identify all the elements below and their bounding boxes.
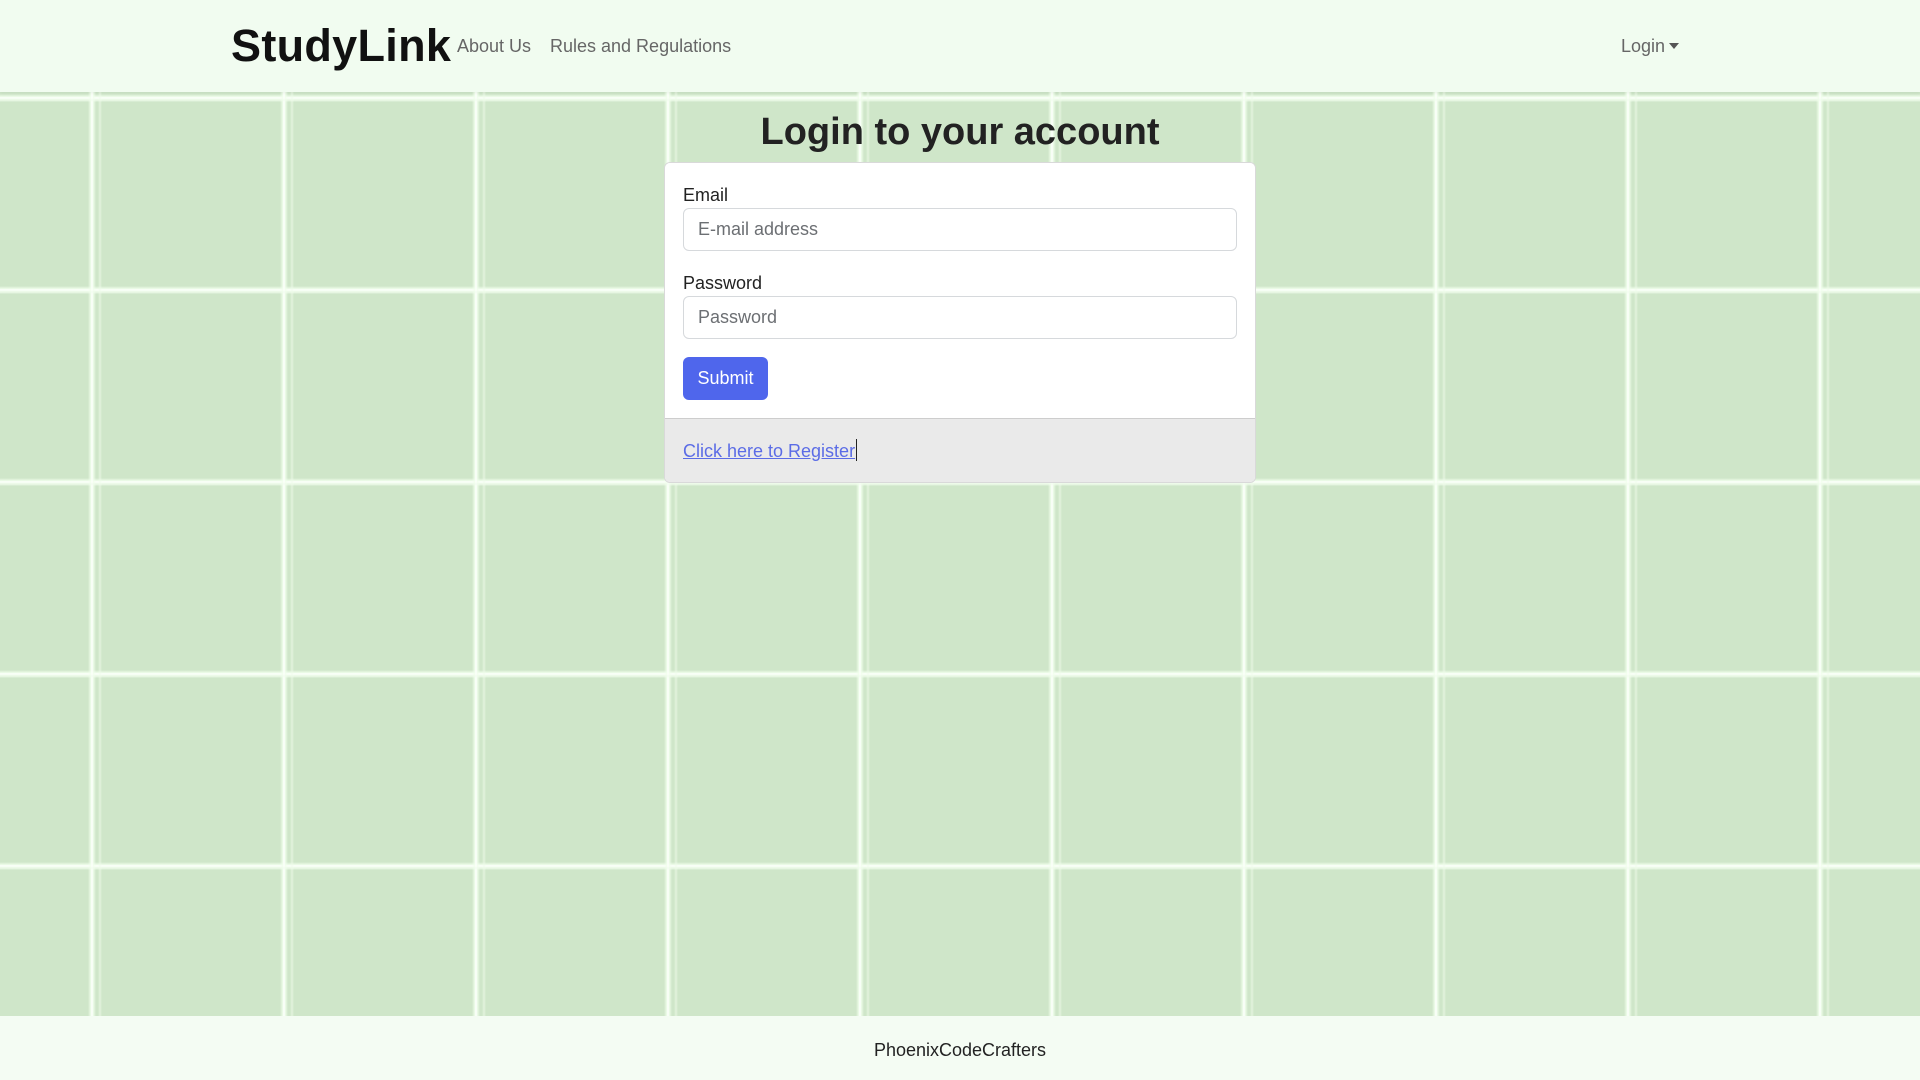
login-form: Email Password Submit — [665, 163, 1255, 418]
nav-rules-and-regulations[interactable]: Rules and Regulations — [550, 34, 731, 58]
text-cursor — [856, 439, 858, 461]
login-dropdown-label: Login — [1621, 36, 1666, 56]
page-footer: PhoenixCodeCrafters — [0, 1016, 1920, 1080]
password-input[interactable] — [683, 296, 1237, 339]
page-title: Login to your account — [760, 111, 1160, 153]
submit-button[interactable]: Submit — [683, 357, 768, 400]
caret-down-icon — [1669, 43, 1680, 49]
login-dropdown[interactable]: Login — [1621, 34, 1680, 58]
password-label: Password — [683, 273, 763, 293]
footer-text: PhoenixCodeCrafters — [873, 1040, 1047, 1060]
navbar: StudyLink About Us Rules and Regulations… — [0, 0, 1920, 92]
card-footer: Click here to Register — [665, 418, 1255, 482]
brand-logo[interactable]: StudyLink — [231, 18, 451, 74]
email-input[interactable] — [683, 208, 1237, 251]
register-link-label: Click here to Register — [683, 441, 856, 461]
register-link[interactable]: Click here to Register — [683, 439, 858, 463]
email-label: Email — [683, 185, 729, 205]
nav-about-us[interactable]: About Us — [457, 34, 531, 58]
login-card: Email Password Submit Click here to Regi… — [664, 162, 1256, 483]
